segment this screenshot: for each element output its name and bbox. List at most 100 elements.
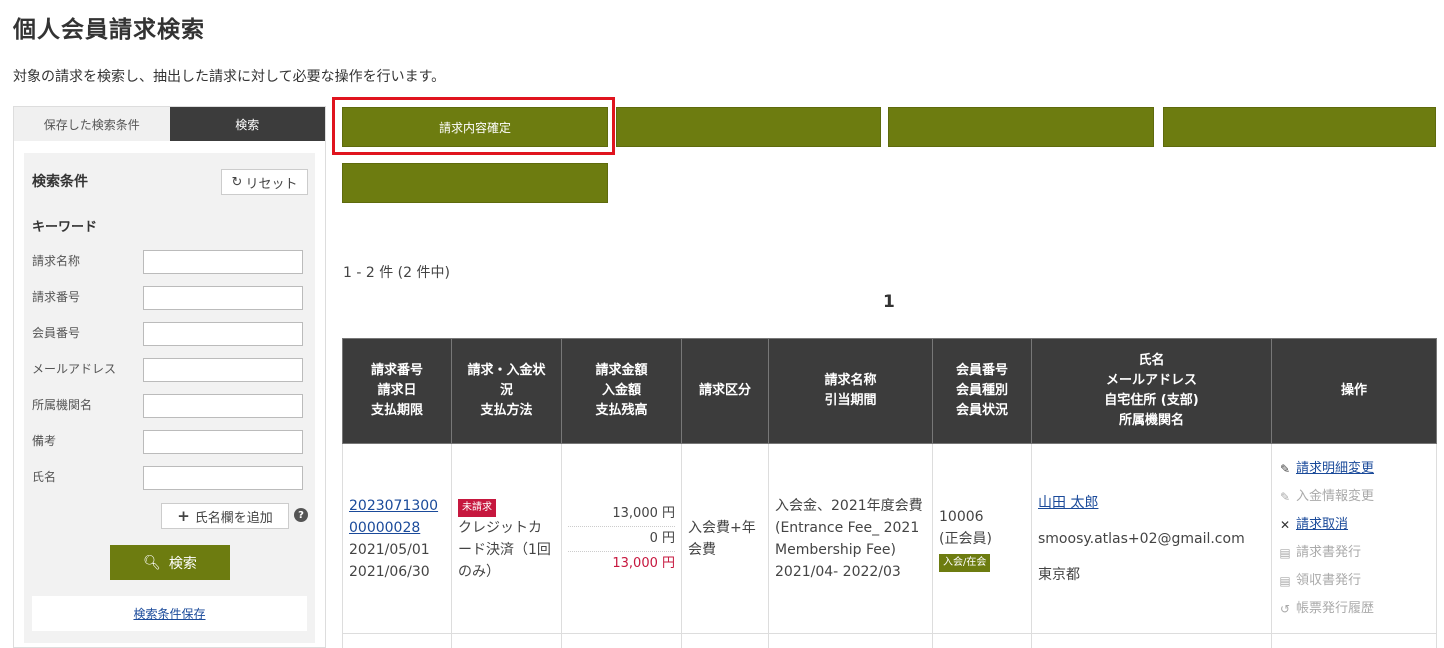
amount-balance: 13,000 円	[612, 555, 675, 571]
member-status-badge: 入会/在会	[939, 553, 991, 572]
tab-saved-conditions[interactable]: 保存した検索条件	[14, 107, 170, 141]
cell-category: 入会費+年会費	[681, 443, 769, 634]
pagination-current[interactable]: 1	[883, 292, 895, 312]
member-email: smoosy.atlas+02@gmail.com	[1038, 530, 1245, 547]
field-label: メールアドレス	[32, 362, 117, 376]
results-table: 請求番号 請求日 支払期限 請求・入金状況支払方法 請求金額 入金額 支払残高 請求区分…	[342, 338, 1437, 648]
field-invoice-name: 請求名称	[32, 250, 304, 274]
payment-method: クレジットカード決済（1回のみ）	[458, 519, 551, 580]
cell-name: 山田 太郎 smoosy.atlas+02@gmail.com 東京都	[1031, 443, 1272, 634]
email-input[interactable]	[143, 358, 303, 382]
field-name: 氏名	[32, 466, 304, 490]
member-number: 10006	[939, 508, 984, 525]
member-type: (正会員)	[939, 530, 992, 547]
amount-billed: 13,000 円	[568, 502, 675, 527]
op-issue-receipt: ▤ 領収書発行	[1278, 567, 1430, 595]
cell-member: 10006 (正会員) 入会/在会	[932, 443, 1032, 634]
member-number-input[interactable]	[143, 322, 303, 346]
search-panel: 検索条件 ↻ リセット キーワード 請求名称 請求番号 会員番号 メールアドレス…	[24, 153, 315, 643]
field-affiliation: 所属機関名	[32, 394, 304, 418]
op-issue-invoice: ▤ 請求書発行	[1278, 539, 1430, 567]
op-issue-history: ↺ 帳票発行履歴	[1278, 595, 1430, 623]
header-member: 会員番号 会員種別 会員状況	[932, 338, 1032, 444]
cell-operations: ✎ 請求明細変更 ✎ 入金情報変更 ✕ 請求取消 ▤ 請求書発行 ▤ 領収書発行 ↺ 帳票発…	[1271, 443, 1437, 634]
field-label: 氏名	[32, 470, 57, 484]
table-row	[342, 633, 1437, 648]
op-edit-payment-info: ✎ 入金情報変更	[1278, 483, 1430, 511]
field-email: メールアドレス	[32, 358, 304, 382]
header-category: 請求区分	[681, 338, 769, 444]
cell-status: 未請求 クレジットカード決済（1回のみ）	[451, 443, 562, 634]
confirm-invoice-button[interactable]: 請求内容確定	[342, 107, 608, 147]
field-label: 請求番号	[32, 290, 81, 304]
invoice-name-en: (Entrance Fee_ 2021 Membership Fee)	[775, 519, 920, 558]
save-condition-area: 検索条件保存	[32, 596, 307, 631]
search-icon: 🔍︎	[143, 554, 161, 571]
search-sidebar: 保存した検索条件 検索 検索条件 ↻ リセット キーワード 請求名称 請求番号 …	[13, 106, 326, 648]
document-icon: ▤	[1279, 573, 1291, 588]
x-icon: ✕	[1279, 517, 1291, 532]
help-icon[interactable]: ?	[294, 508, 308, 522]
amount-paid: 0 円	[568, 527, 675, 552]
reset-icon: ↻	[231, 174, 243, 190]
action-button-2[interactable]	[616, 107, 881, 147]
due-date: 2021/06/30	[349, 563, 430, 580]
invoice-date: 2021/05/01	[349, 541, 430, 558]
header-status: 請求・入金状況支払方法	[451, 338, 562, 444]
header-name: 氏名 メールアドレス 自宅住所 (支部) 所属機関名	[1031, 338, 1272, 444]
header-operations: 操作	[1271, 338, 1437, 444]
action-button-4[interactable]	[1163, 107, 1436, 147]
invoice-number-input[interactable]	[143, 286, 303, 310]
invoice-name-input[interactable]	[143, 250, 303, 274]
pencil-icon: ✎	[1279, 461, 1291, 476]
cell-invoice-name: 入会金、2021年度会費 (Entrance Fee_ 2021 Members…	[768, 443, 933, 634]
op-edit-invoice-detail[interactable]: ✎ 請求明細変更	[1278, 455, 1430, 483]
cell-amount: 13,000 円 0 円 13,000 円	[561, 443, 682, 634]
table-header-row: 請求番号 請求日 支払期限 請求・入金状況支払方法 請求金額 入金額 支払残高 請求区分…	[342, 338, 1437, 444]
notes-input[interactable]	[143, 430, 303, 454]
invoice-number-link-1[interactable]: 2023071300	[349, 495, 445, 517]
invoice-name: 入会金、2021年度会費	[775, 497, 923, 514]
field-label: 請求名称	[32, 254, 81, 268]
sidebar-tabs: 保存した検索条件 検索	[14, 107, 325, 141]
save-condition-link[interactable]: 検索条件保存	[133, 605, 205, 622]
field-invoice-number: 請求番号	[32, 286, 304, 310]
allocation-period: 2021/04- 2022/03	[775, 563, 901, 580]
field-label: 所属機関名	[32, 398, 93, 412]
search-label: 検索	[168, 555, 197, 572]
invoice-number-link-2[interactable]: 00000028	[349, 517, 445, 539]
add-name-field-button[interactable]: + 氏名欄を追加	[161, 503, 289, 529]
page-title: 個人会員請求検索	[13, 17, 205, 43]
tab-search[interactable]: 検索	[169, 107, 325, 141]
condition-title: 検索条件	[32, 174, 88, 190]
document-icon: ▤	[1279, 545, 1291, 560]
header-invoice-name: 請求名称 引当期間	[768, 338, 933, 444]
search-button[interactable]: 🔍︎ 検索	[110, 545, 230, 580]
status-badge: 未請求	[458, 498, 496, 517]
member-name-link[interactable]: 山田 太郎	[1038, 492, 1265, 514]
action-button-5[interactable]	[342, 163, 608, 203]
affiliation-input[interactable]	[143, 394, 303, 418]
plus-icon: +	[177, 507, 190, 525]
header-amount: 請求金額 入金額 支払残高	[561, 338, 682, 444]
field-label: 会員番号	[32, 326, 81, 340]
reset-label: リセット	[245, 176, 298, 192]
category-text: 入会費+年会費	[688, 519, 756, 558]
result-count: 1 - 2 件 (2 件中)	[343, 265, 450, 281]
table-row: 2023071300 00000028 2021/05/01 2021/06/3…	[342, 443, 1437, 634]
op-cancel-invoice[interactable]: ✕ 請求取消	[1278, 511, 1430, 539]
name-input[interactable]	[143, 466, 303, 490]
reset-button[interactable]: ↻ リセット	[221, 169, 308, 195]
keyword-label: キーワード	[32, 220, 98, 235]
action-button-3[interactable]	[888, 107, 1154, 147]
cell-invoice-no: 2023071300 00000028 2021/05/01 2021/06/3…	[342, 443, 452, 634]
history-icon: ↺	[1279, 601, 1291, 616]
field-notes: 備考	[32, 430, 304, 454]
add-name-label: 氏名欄を追加	[194, 510, 273, 526]
field-label: 備考	[32, 434, 57, 448]
pencil-icon: ✎	[1279, 489, 1291, 504]
member-address: 東京都	[1038, 566, 1080, 583]
page-description: 対象の請求を検索し、抽出した請求に対して必要な操作を行います。	[13, 69, 446, 85]
field-member-number: 会員番号	[32, 322, 304, 346]
header-invoice-no: 請求番号 請求日 支払期限	[342, 338, 452, 444]
